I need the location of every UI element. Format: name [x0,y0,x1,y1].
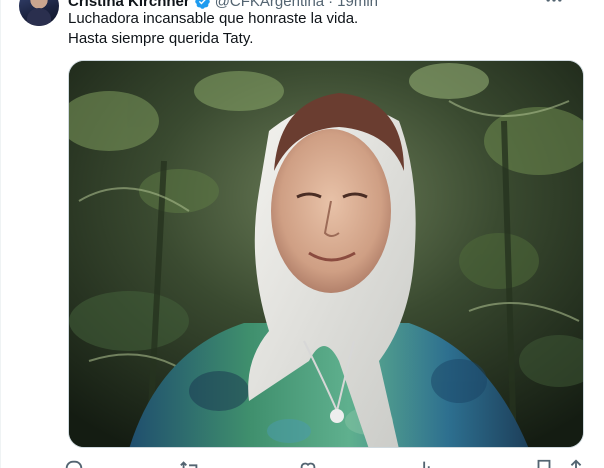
bookmark-icon[interactable] [533,458,555,468]
like-icon[interactable] [297,458,319,468]
portrait-image [69,61,583,447]
action-bar [63,458,593,468]
views-icon[interactable] [415,458,437,468]
avatar[interactable] [19,0,59,26]
retweet-icon[interactable] [179,458,201,468]
tweet-text-line-2: Hasta siempre querida Taty. [68,30,254,47]
tweet-photo[interactable] [68,60,584,448]
tweet-card[interactable]: Cristina Kirchner @CFKArgentina · 19min … [0,0,604,468]
share-icon[interactable] [565,458,587,468]
reply-icon[interactable] [63,458,85,468]
tweet-text: Luchadora incansable que honraste la vid… [68,9,578,49]
tweet-text-line-1: Luchadora incansable que honraste la vid… [68,10,359,27]
